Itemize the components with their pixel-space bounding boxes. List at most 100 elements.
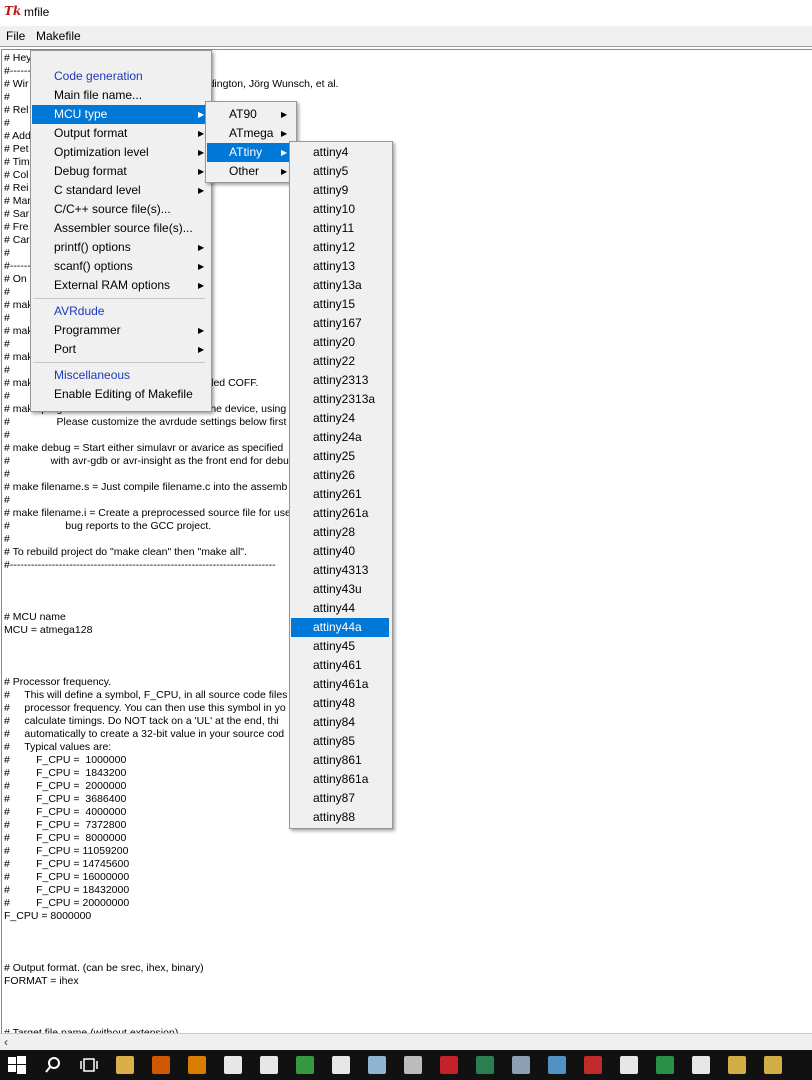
- solitaire-icon[interactable]: [332, 1056, 350, 1074]
- menu-item-attiny4313[interactable]: attiny4313: [291, 561, 389, 580]
- notepad-icon[interactable]: [368, 1056, 386, 1074]
- menu-item-attiny85[interactable]: attiny85: [291, 732, 389, 751]
- menu-item-attiny12[interactable]: attiny12: [291, 238, 389, 257]
- menu-item-attiny261a[interactable]: attiny261a: [291, 504, 389, 523]
- terminal-icon[interactable]: [404, 1056, 422, 1074]
- menu-item-label: attiny22: [313, 354, 356, 368]
- horizontal-scrollbar[interactable]: ‹: [0, 1033, 812, 1051]
- menu-item-attiny44[interactable]: attiny44: [291, 599, 389, 618]
- menu-item-attiny88[interactable]: attiny88: [291, 808, 389, 827]
- menu-item-attiny44a[interactable]: attiny44a: [291, 618, 389, 637]
- menu-item-attiny25[interactable]: attiny25: [291, 447, 389, 466]
- menu-item-attiny2313[interactable]: attiny2313: [291, 371, 389, 390]
- menu-item-other[interactable]: Other ▶: [207, 162, 293, 181]
- tk-app-icon[interactable]: [764, 1056, 782, 1074]
- globe-icon[interactable]: [476, 1056, 494, 1074]
- menu-item-attiny28[interactable]: attiny28: [291, 523, 389, 542]
- menu-item-main-file-name[interactable]: Main file name...: [32, 86, 208, 105]
- package-icon[interactable]: [692, 1056, 710, 1074]
- menu-item-attiny2313a[interactable]: attiny2313a: [291, 390, 389, 409]
- menu-item-programmer[interactable]: Programmer ▶: [32, 321, 208, 340]
- document-icon[interactable]: [260, 1056, 278, 1074]
- menu-item-attiny45[interactable]: attiny45: [291, 637, 389, 656]
- menu-item-c-standard-level[interactable]: C standard level ▶: [32, 181, 208, 200]
- menu-item-attiny15[interactable]: attiny15: [291, 295, 389, 314]
- title-bar: Tk mfile: [0, 0, 812, 24]
- green-app-icon[interactable]: [296, 1056, 314, 1074]
- menu-item-attiny24a[interactable]: attiny24a: [291, 428, 389, 447]
- menu-item-attiny461a[interactable]: attiny461a: [291, 675, 389, 694]
- menu-item-debug-format[interactable]: Debug format ▶: [32, 162, 208, 181]
- menu-item-external-ram-options[interactable]: External RAM options ▶: [32, 276, 208, 295]
- menu-file[interactable]: File: [6, 29, 25, 43]
- menu-item-attiny43u[interactable]: attiny43u: [291, 580, 389, 599]
- file-explorer-icon[interactable]: [116, 1056, 134, 1074]
- image-viewer-icon[interactable]: [512, 1056, 530, 1074]
- spreadsheet-icon[interactable]: [656, 1056, 674, 1074]
- firefox-icon[interactable]: [152, 1056, 170, 1074]
- task-view-icon[interactable]: [80, 1056, 98, 1074]
- menu-item-output-format[interactable]: Output format ▶: [32, 124, 208, 143]
- menu-item-attiny261[interactable]: attiny261: [291, 485, 389, 504]
- editor-line: # make debug = Start either simulavr or …: [4, 442, 284, 454]
- editor-line: #---------------------------------------…: [4, 559, 276, 571]
- menu-item-attiny861a[interactable]: attiny861a: [291, 770, 389, 789]
- mail-icon[interactable]: [224, 1056, 242, 1074]
- menu-item-enable-editing-of-makefile[interactable]: Enable Editing of Makefile: [32, 385, 208, 404]
- red-app-icon[interactable]: [440, 1056, 458, 1074]
- menu-item-attiny84[interactable]: attiny84: [291, 713, 389, 732]
- menu-item-attiny167[interactable]: attiny167: [291, 314, 389, 333]
- menu-item-attiny26[interactable]: attiny26: [291, 466, 389, 485]
- menu-item-attiny20[interactable]: attiny20: [291, 333, 389, 352]
- menu-item-attiny87[interactable]: attiny87: [291, 789, 389, 808]
- menu-makefile[interactable]: Makefile: [36, 29, 81, 43]
- brush-icon[interactable]: [728, 1056, 746, 1074]
- menu-item-attiny48[interactable]: attiny48: [291, 694, 389, 713]
- search-icon[interactable]: [44, 1056, 62, 1074]
- menu-item-optimization-level[interactable]: Optimization level ▶: [32, 143, 208, 162]
- menu-item-c-c-source-file-s[interactable]: C/C++ source file(s)...: [32, 200, 208, 219]
- menu-item-scanf-options[interactable]: scanf() options ▶: [32, 257, 208, 276]
- menu-item-attiny10[interactable]: attiny10: [291, 200, 389, 219]
- menu-item-attiny461[interactable]: attiny461: [291, 656, 389, 675]
- menu-item-attiny5[interactable]: attiny5: [291, 162, 389, 181]
- menu-item-attiny11[interactable]: attiny11: [291, 219, 389, 238]
- vlc-icon[interactable]: [188, 1056, 206, 1074]
- menu-item-at90[interactable]: AT90 ▶: [207, 105, 293, 124]
- menu-item-printf-options[interactable]: printf() options ▶: [32, 238, 208, 257]
- editor-line: #: [4, 286, 10, 298]
- scroll-left-icon[interactable]: ‹: [4, 1035, 8, 1049]
- editor-line: MCU = atmega128: [4, 624, 93, 636]
- editor-line: # F_CPU = 20000000: [4, 897, 130, 909]
- menu-item-mcu-type[interactable]: MCU type ▶: [32, 105, 208, 124]
- pdf-icon[interactable]: [584, 1056, 602, 1074]
- menu-item-label: attiny4: [313, 145, 349, 159]
- windows-start-icon[interactable]: [8, 1056, 26, 1074]
- menu-item-attiny13a[interactable]: attiny13a: [291, 276, 389, 295]
- editor-line: # mak: [4, 299, 33, 311]
- menu-item-attiny40[interactable]: attiny40: [291, 542, 389, 561]
- editor-line: # Add: [4, 130, 31, 142]
- editor-line: # make filename.s = Just compile filenam…: [4, 481, 288, 493]
- menu-item-attiny13[interactable]: attiny13: [291, 257, 389, 276]
- editor-line: # calculate timings. Do NOT tack on a 'U…: [4, 715, 279, 727]
- editor-line: #: [4, 117, 10, 129]
- menu-item-atmega[interactable]: ATmega ▶: [207, 124, 293, 143]
- editor-line: # make filename.i = Create a preprocesse…: [4, 507, 291, 519]
- menu-item-label: attiny20: [313, 335, 356, 349]
- monitor-icon[interactable]: [548, 1056, 566, 1074]
- gear-icon[interactable]: [620, 1056, 638, 1074]
- menu-item-attiny861[interactable]: attiny861: [291, 751, 389, 770]
- menu-item-label: printf() options: [54, 240, 131, 254]
- menu-item-port[interactable]: Port ▶: [32, 340, 208, 359]
- menu-item-label: Enable Editing of Makefile: [54, 387, 193, 401]
- menu-item-attiny[interactable]: ATtiny ▶: [207, 143, 293, 162]
- submenu-arrow-icon: ▶: [281, 167, 288, 176]
- menu-item-attiny9[interactable]: attiny9: [291, 181, 389, 200]
- menu-item-attiny24[interactable]: attiny24: [291, 409, 389, 428]
- menu-item-assembler-source-file-s[interactable]: Assembler source file(s)...: [32, 219, 208, 238]
- editor-line: #: [4, 91, 10, 103]
- menu-item-attiny22[interactable]: attiny22: [291, 352, 389, 371]
- menu-item-attiny4[interactable]: attiny4: [291, 143, 389, 162]
- menu-item-label: attiny9: [313, 183, 349, 197]
